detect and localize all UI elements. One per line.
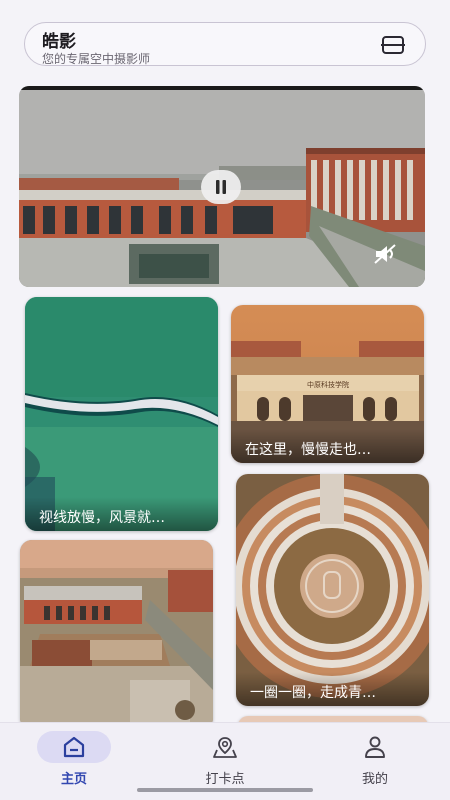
gate-sign-text: 中原科技学院 xyxy=(307,380,349,389)
nav-profile[interactable]: 我的 xyxy=(330,731,420,789)
pause-icon xyxy=(216,180,226,194)
card-1-image xyxy=(25,297,218,531)
nav-profile-indicator xyxy=(338,731,412,763)
mute-button[interactable] xyxy=(373,242,399,270)
card-1-caption: 视线放慢，风景就… xyxy=(25,497,218,531)
gallery-card-4[interactable] xyxy=(20,540,213,730)
home-indicator-bar[interactable] xyxy=(137,788,313,792)
nav-checkin-label: 打卡点 xyxy=(205,772,245,787)
card-3-caption: 一圈一圈，走成青… xyxy=(236,672,429,706)
gallery-card-1[interactable]: 视线放慢，风景就… xyxy=(25,297,218,531)
app-subtitle: 您的专属空中摄影师 xyxy=(42,52,151,66)
nav-home[interactable]: 主页 xyxy=(29,731,119,789)
nav-checkin-indicator xyxy=(188,731,262,763)
header-card: 皓影 您的专属空中摄影师 xyxy=(24,22,426,66)
gallery-card-2[interactable]: 中原科技学院 在这里，慢慢走也… xyxy=(231,305,424,463)
nav-home-label: 主页 xyxy=(60,772,87,787)
scan-button[interactable] xyxy=(375,28,411,62)
nav-profile-label: 我的 xyxy=(361,772,388,787)
card-2-caption: 在这里，慢慢走也… xyxy=(231,429,424,463)
person-icon xyxy=(365,736,385,758)
map-pin-icon xyxy=(213,737,237,758)
hero-video[interactable] xyxy=(19,86,425,287)
card-4-image xyxy=(20,540,213,730)
scan-icon xyxy=(381,36,405,54)
nav-home-indicator xyxy=(37,731,111,763)
muted-speaker-icon xyxy=(374,244,396,264)
gallery-card-3[interactable]: 一圈一圈，走成青… xyxy=(236,474,429,706)
nav-checkin[interactable]: 打卡点 xyxy=(180,731,270,789)
home-icon xyxy=(63,736,85,758)
pause-button[interactable] xyxy=(201,170,241,204)
app-title: 皓影 xyxy=(42,32,76,52)
